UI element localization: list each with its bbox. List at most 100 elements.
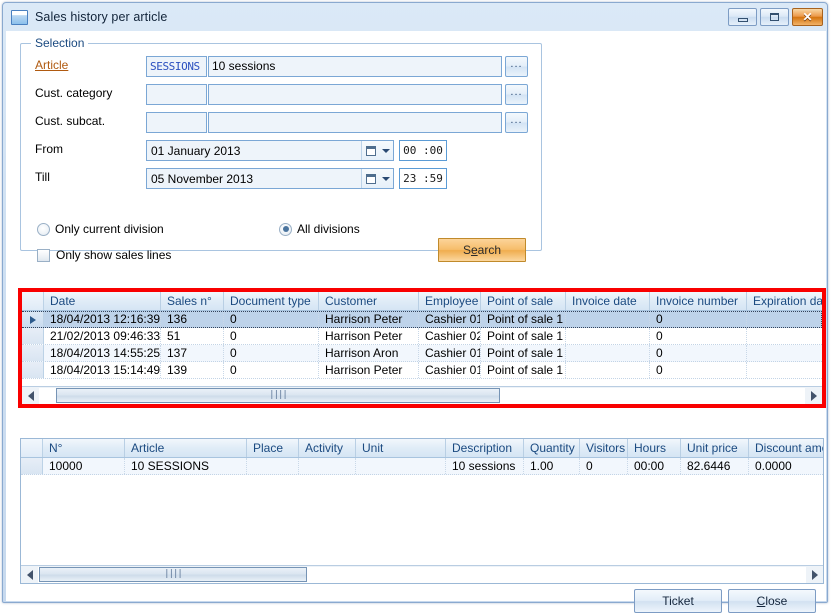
cust-subcat-code-input[interactable]	[146, 112, 207, 133]
table-cell[interactable]: 0	[650, 362, 747, 378]
table-cell[interactable]: Cashier 01	[419, 312, 481, 327]
article-code-input[interactable]: SESSIONS	[146, 56, 207, 77]
table-cell[interactable]: 18/04/2013 15:14:49	[44, 362, 161, 378]
column-header[interactable]: Invoice number	[650, 292, 747, 310]
table-cell[interactable]: 139	[161, 362, 224, 378]
row-indicator[interactable]	[22, 345, 44, 361]
close-button[interactable]: Close	[728, 589, 816, 613]
table-cell[interactable]	[299, 458, 356, 474]
table-cell[interactable]: 0	[650, 345, 747, 361]
table-cell[interactable]: 0	[224, 312, 319, 327]
sales-scroll-thumb[interactable]: ||||	[56, 388, 500, 403]
table-cell[interactable]	[747, 328, 822, 344]
maximize-button[interactable]	[760, 8, 789, 26]
from-time-input[interactable]: 00 :00	[399, 140, 447, 161]
table-cell[interactable]: 0	[650, 312, 747, 327]
from-dropdown-button[interactable]	[379, 141, 393, 160]
scroll-left-button[interactable]	[21, 567, 38, 583]
table-cell[interactable]: 51	[161, 328, 224, 344]
column-header[interactable]: Description	[446, 439, 524, 457]
sales-lines-grid[interactable]: N°ArticlePlaceActivityUnitDescriptionQua…	[20, 438, 824, 584]
table-cell[interactable]: Cashier 01	[419, 345, 481, 361]
article-name-input[interactable]: 10 sessions	[208, 56, 502, 77]
table-cell[interactable]: 1.00	[524, 458, 580, 474]
column-header[interactable]: Visitors	[580, 439, 628, 457]
table-cell[interactable]	[747, 312, 822, 327]
table-cell[interactable]: Harrison Peter	[319, 312, 419, 327]
table-row[interactable]: 1000010 SESSIONS10 sessions1.00000:0082.…	[21, 458, 823, 475]
column-header[interactable]: Unit price	[681, 439, 749, 457]
column-header[interactable]: Customer	[319, 292, 419, 310]
table-cell[interactable]: 0	[224, 328, 319, 344]
sales-grid-hscrollbar[interactable]: ||||	[22, 386, 822, 404]
from-date-input[interactable]: 01 January 2013	[146, 140, 394, 161]
table-cell[interactable]: 10 SESSIONS	[125, 458, 247, 474]
scroll-left-button[interactable]	[22, 388, 39, 404]
radio-only-current-division[interactable]: Only current division	[37, 222, 164, 236]
till-time-input[interactable]: 23 :59	[399, 168, 447, 189]
close-window-button[interactable]: ✕	[792, 8, 823, 26]
table-cell[interactable]: 0	[224, 345, 319, 361]
column-header[interactable]: Sales n°	[161, 292, 224, 310]
till-date-input[interactable]: 05 November 2013	[146, 168, 394, 189]
column-header[interactable]: Place	[247, 439, 299, 457]
table-cell[interactable]	[747, 345, 822, 361]
table-cell[interactable]: 10 sessions	[446, 458, 524, 474]
scroll-right-button[interactable]	[806, 567, 823, 583]
table-cell[interactable]: 137	[161, 345, 224, 361]
table-cell[interactable]: 00:00	[628, 458, 681, 474]
table-cell[interactable]: Point of sale 1	[481, 312, 566, 327]
sales-scroll-track[interactable]: ||||	[39, 388, 805, 404]
cust-category-browse-button[interactable]: ...	[505, 84, 528, 105]
till-dropdown-button[interactable]	[379, 169, 393, 188]
column-header[interactable]: Point of sale	[481, 292, 566, 310]
checkbox-only-show-sales-lines[interactable]: Only show sales lines	[37, 248, 171, 262]
table-cell[interactable]: 18/04/2013 12:16:39	[44, 312, 161, 327]
column-header[interactable]: Unit	[356, 439, 446, 457]
till-calendar-button[interactable]	[361, 169, 379, 188]
table-cell[interactable]: Cashier 01	[419, 362, 481, 378]
cust-category-code-input[interactable]	[146, 84, 207, 105]
column-header[interactable]: Activity	[299, 439, 356, 457]
article-browse-button[interactable]: ...	[505, 56, 528, 77]
table-row[interactable]: 18/04/2013 14:55:251370Harrison AronCash…	[22, 345, 822, 362]
cust-subcat-name-input[interactable]	[208, 112, 502, 133]
minimize-button[interactable]	[728, 8, 757, 26]
from-calendar-button[interactable]	[361, 141, 379, 160]
table-cell[interactable]	[356, 458, 446, 474]
row-indicator[interactable]	[22, 362, 44, 378]
table-cell[interactable]: Point of sale 1	[481, 345, 566, 361]
table-cell[interactable]: 0	[224, 362, 319, 378]
table-cell[interactable]	[566, 328, 650, 344]
column-header[interactable]: Quantity	[524, 439, 580, 457]
column-header[interactable]: Date	[44, 292, 161, 310]
column-header[interactable]: Discount amount	[749, 439, 823, 457]
lines-grid-hscrollbar[interactable]: ||||	[21, 565, 823, 583]
table-row[interactable]: 18/04/2013 12:16:391360Harrison PeterCas…	[22, 311, 822, 328]
search-button[interactable]: Search	[438, 238, 526, 262]
lines-scroll-track[interactable]: ||||	[38, 567, 806, 583]
scroll-right-button[interactable]	[805, 388, 822, 404]
sales-history-grid[interactable]: DateSales n°Document typeCustomerEmploye…	[22, 292, 822, 404]
column-header[interactable]: N°	[43, 439, 125, 457]
table-cell[interactable]	[247, 458, 299, 474]
column-header[interactable]: Article	[125, 439, 247, 457]
table-cell[interactable]: 0	[580, 458, 628, 474]
column-header[interactable]: Invoice date	[566, 292, 650, 310]
ticket-button[interactable]: Ticket	[634, 589, 722, 613]
article-label[interactable]: Article	[35, 58, 68, 72]
table-cell[interactable]: Harrison Aron	[319, 345, 419, 361]
cust-subcat-browse-button[interactable]: ...	[505, 112, 528, 133]
column-header[interactable]: Expiration dat	[747, 292, 822, 310]
table-cell[interactable]: Point of sale 1	[481, 328, 566, 344]
row-indicator[interactable]	[22, 328, 44, 344]
table-cell[interactable]: 82.6446	[681, 458, 749, 474]
row-indicator[interactable]	[21, 458, 43, 474]
table-cell[interactable]	[566, 362, 650, 378]
table-cell[interactable]: Harrison Peter	[319, 362, 419, 378]
column-header[interactable]: Document type	[224, 292, 319, 310]
table-cell[interactable]	[747, 362, 822, 378]
lines-scroll-thumb[interactable]: ||||	[39, 567, 307, 582]
table-cell[interactable]: Point of sale 1	[481, 362, 566, 378]
table-cell[interactable]: 136	[161, 312, 224, 327]
